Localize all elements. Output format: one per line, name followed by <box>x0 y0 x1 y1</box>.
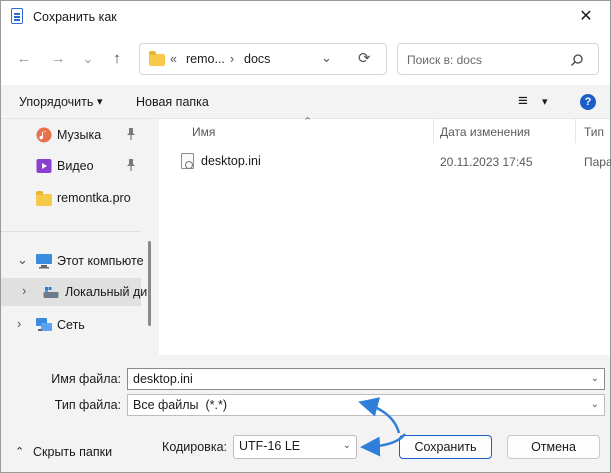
sidebar-item-remontka[interactable]: remontka.pro <box>1 184 141 212</box>
divider <box>1 231 141 232</box>
organize-caret-icon: ▾ <box>97 96 103 108</box>
sidebar-item-this-pc[interactable]: ⌄ Этот компьюте <box>1 247 144 275</box>
folder-icon <box>36 191 52 206</box>
chevron-right-icon[interactable]: › <box>17 316 21 331</box>
settings-file-icon <box>181 153 194 169</box>
back-button[interactable]: ← <box>13 48 35 70</box>
table-row[interactable]: desktop.ini 20.11.2023 17:45 Пара <box>159 147 611 175</box>
notepad-icon <box>11 8 23 24</box>
sidebar-scrollbar[interactable] <box>148 241 151 326</box>
encoding-value: UTF-16 LE <box>239 439 301 453</box>
sidebar-item-video[interactable]: Видео <box>1 152 141 180</box>
file-type: Пара <box>584 155 611 169</box>
chevron-up-icon[interactable]: ⌃ <box>15 445 24 458</box>
column-header-type[interactable]: Тип <box>584 125 604 139</box>
hide-folders-button[interactable]: Скрыть папки <box>33 445 112 459</box>
file-list: Имя ⌃ Дата изменения Тип desktop.ini 20.… <box>159 116 611 355</box>
save-button[interactable]: Сохранить <box>399 435 492 459</box>
sidebar-item-label: remontka.pro <box>57 191 131 205</box>
filetype-value: Все файлы (*.*) <box>133 398 227 412</box>
column-divider[interactable] <box>575 119 576 143</box>
breadcrumb-separator: › <box>230 52 235 66</box>
address-bar[interactable]: « remo... › docs ⌄ ⟳ <box>139 43 387 75</box>
forward-button[interactable]: → <box>47 48 69 70</box>
sidebar-item-music[interactable]: Музыка <box>1 121 141 149</box>
search-input[interactable]: Поиск в: docs <box>397 43 599 75</box>
file-modified: 20.11.2023 17:45 <box>440 155 533 169</box>
search-icon <box>571 54 583 66</box>
sort-ascending-icon: ⌃ <box>303 116 313 128</box>
breadcrumb-parent[interactable]: remo... <box>186 52 225 66</box>
filetype-select[interactable]: Все файлы (*.*) ⌄ <box>127 394 605 416</box>
column-header-name[interactable]: Имя <box>192 125 215 139</box>
music-icon <box>36 127 52 143</box>
refresh-button[interactable]: ⟳ <box>358 49 371 67</box>
cancel-button[interactable]: Отмена <box>507 435 600 459</box>
close-button[interactable]: ✕ <box>573 5 599 29</box>
chevron-down-icon[interactable]: ⌄ <box>591 399 599 410</box>
breadcrumb-overflow[interactable]: « <box>170 52 177 66</box>
sidebar-item-network[interactable]: › Сеть <box>1 311 141 339</box>
column-header-modified[interactable]: Дата изменения <box>440 125 530 139</box>
video-icon <box>36 159 52 173</box>
sidebar-item-label: Локальный ди <box>65 285 148 299</box>
encoding-select[interactable]: UTF-16 LE ⌄ <box>233 435 357 459</box>
chevron-down-icon[interactable]: ⌄ <box>17 252 28 268</box>
up-button[interactable]: ↑ <box>106 48 128 70</box>
chevron-right-icon[interactable]: › <box>22 283 26 298</box>
folder-icon <box>149 51 165 66</box>
network-icon <box>36 318 52 331</box>
sidebar-item-label: Музыка <box>57 128 102 142</box>
column-divider[interactable] <box>433 119 434 143</box>
sidebar-item-label: Этот компьюте <box>57 254 144 268</box>
filetype-label: Тип файла: <box>54 398 121 412</box>
sidebar-item-label: Сеть <box>57 318 85 332</box>
drive-icon <box>43 287 59 298</box>
navigation-pane: Музыка Видео remontka.pro ⌄ Этот компьют… <box>1 119 151 355</box>
window-title: Сохранить как <box>33 10 117 24</box>
search-placeholder: Поиск в: docs <box>407 53 482 67</box>
file-name: desktop.ini <box>201 154 261 168</box>
encoding-label: Кодировка: <box>162 440 227 454</box>
sidebar-item-local-disk[interactable]: › Локальный ди <box>1 278 147 306</box>
chevron-down-icon[interactable]: ⌄ <box>591 373 599 384</box>
breadcrumb-current[interactable]: docs <box>244 52 270 66</box>
view-options-button[interactable]: ≡ <box>518 91 528 111</box>
pin-icon <box>126 128 136 143</box>
sidebar-item-label: Видео <box>57 159 94 173</box>
help-button[interactable]: ? <box>580 94 596 110</box>
new-folder-button[interactable]: Новая папка <box>136 95 209 109</box>
save-as-dialog: Сохранить как ✕ ← → ⌄ ↑ « remo... › docs… <box>0 0 611 473</box>
filename-label: Имя файла: <box>51 372 121 386</box>
pin-icon <box>126 159 136 174</box>
computer-icon <box>36 254 52 269</box>
view-caret-icon[interactable]: ▾ <box>542 95 548 108</box>
organize-button[interactable]: Упорядочить <box>19 95 93 109</box>
address-dropdown-button[interactable]: ⌄ <box>321 50 332 66</box>
filename-field[interactable]: desktop.ini ⌄ <box>127 368 605 390</box>
filename-value: desktop.ini <box>133 372 193 386</box>
chevron-down-icon[interactable]: ⌄ <box>343 440 351 451</box>
recent-locations-button[interactable]: ⌄ <box>77 48 99 70</box>
